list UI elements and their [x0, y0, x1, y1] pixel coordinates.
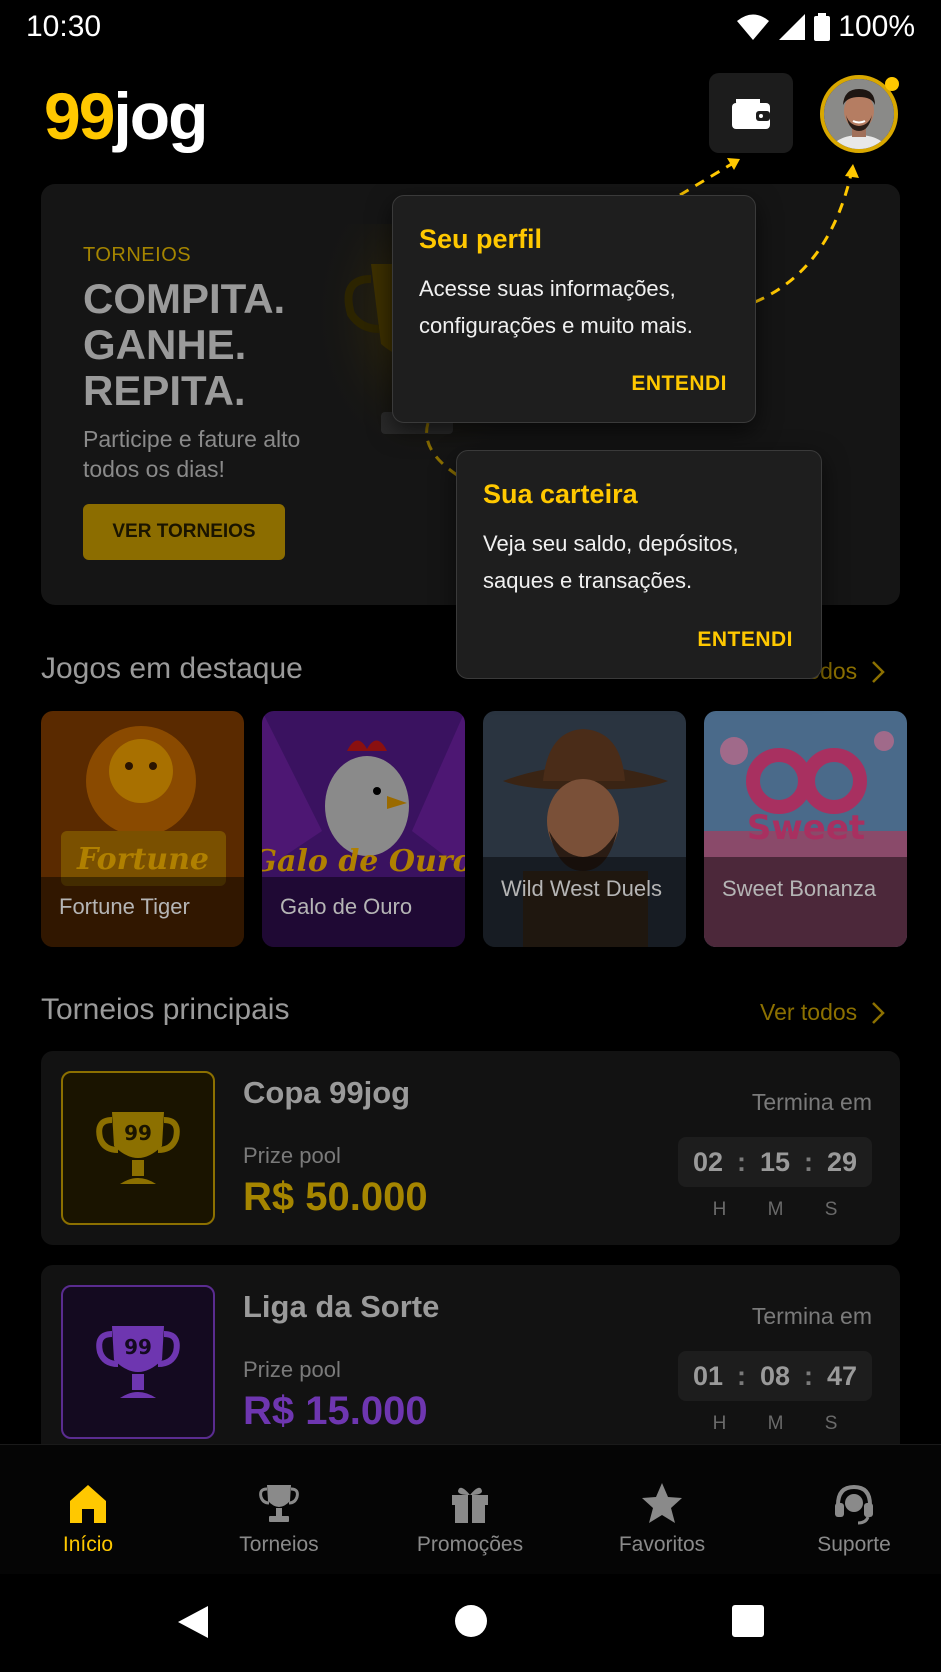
- hero-title-line: GANHE.: [83, 321, 247, 368]
- bottom-navigation: Início Torneios Promoções Favoritos Supo…: [0, 1444, 941, 1574]
- unit-hours: H: [712, 1199, 727, 1220]
- unit-seconds: S: [824, 1413, 838, 1434]
- chevron-right-icon: [872, 1001, 885, 1024]
- app-logo[interactable]: 99jog: [44, 78, 208, 154]
- game-card-fortune-tiger[interactable]: Fortune Fortune Tiger: [41, 711, 244, 947]
- game-name: Sweet Bonanza: [704, 857, 907, 947]
- wallet-button[interactable]: [709, 73, 793, 153]
- svg-text:99: 99: [124, 1121, 152, 1145]
- trophy-badge: 99: [61, 1071, 215, 1225]
- tournament-card-copa-99jog[interactable]: 99 Copa 99jog Prize pool R$ 50.000 Termi…: [41, 1051, 900, 1245]
- status-icons: 100%: [736, 10, 915, 44]
- game-name: Fortune Tiger: [41, 877, 244, 947]
- timer-units: H M S: [678, 1199, 872, 1221]
- svg-text:Sweet: Sweet: [747, 808, 865, 848]
- nav-item-promocoes[interactable]: Promoções: [380, 1481, 560, 1557]
- svg-text:Fortune: Fortune: [76, 842, 209, 877]
- trophy-badge: 99: [61, 1285, 215, 1439]
- hero-label: TORNEIOS: [83, 244, 192, 266]
- featured-games-title: Jogos em destaque: [41, 652, 303, 685]
- gift-icon: [452, 1487, 488, 1523]
- wallet-coachmark: Sua carteira Veja seu saldo, depósitos, …: [456, 450, 822, 679]
- prize-pool-label: Prize pool: [243, 1143, 341, 1168]
- game-card-galo-de-ouro[interactable]: Galo de Ouro Galo de Ouro: [262, 711, 465, 947]
- nav-item-inicio[interactable]: Início: [0, 1481, 178, 1557]
- notification-dot: [885, 77, 899, 91]
- unit-hours: H: [712, 1413, 727, 1434]
- logo-part-jog: jog: [113, 79, 208, 153]
- coachmark-title: Sua carteira: [483, 479, 638, 509]
- unit-minutes: M: [767, 1413, 784, 1434]
- countdown-timer: 02: 15: 29: [678, 1137, 872, 1187]
- hero-title-line: REPITA.: [83, 367, 246, 414]
- nav-item-torneios[interactable]: Torneios: [189, 1481, 369, 1557]
- game-name: Wild West Duels: [483, 857, 686, 947]
- timer-seconds: 29: [826, 1146, 857, 1177]
- see-all-label: Ver todos: [760, 999, 858, 1025]
- timer-minutes: 15: [759, 1146, 791, 1177]
- timer-minutes: 08: [759, 1360, 791, 1391]
- hero-title-line: COMPITA.: [83, 275, 286, 322]
- back-icon[interactable]: [176, 1604, 210, 1640]
- prize-pool-value: R$ 50.000: [243, 1175, 428, 1219]
- home-circle-icon[interactable]: [454, 1604, 488, 1638]
- nav-item-favoritos[interactable]: Favoritos: [572, 1481, 752, 1557]
- view-tournaments-button[interactable]: VER TORNEIOS: [83, 504, 285, 560]
- coachmark-body: Acesse suas informações, configurações e…: [419, 276, 693, 338]
- timer-hours: 01: [692, 1360, 724, 1391]
- prize-pool-value: R$ 15.000: [243, 1389, 428, 1433]
- game-card-sweet-bonanza[interactable]: Sweet Sweet Bonanza: [704, 711, 907, 947]
- tournaments-see-all-link[interactable]: Ver todos: [760, 999, 885, 1026]
- coachmark-title: Seu perfil: [419, 224, 543, 254]
- timer-seconds: 47: [826, 1360, 857, 1391]
- nav-label: Suporte: [817, 1533, 891, 1556]
- game-card-wild-west-duels[interactable]: Wild West Duels: [483, 711, 686, 947]
- nav-label: Início: [62, 1533, 114, 1556]
- hero-title: COMPITA. GANHE. REPITA.: [83, 276, 343, 414]
- profile-coachmark-dismiss-button[interactable]: ENTENDI: [631, 372, 727, 396]
- ends-in-label: Termina em: [751, 1303, 872, 1329]
- logo-part-99: 99: [44, 79, 115, 153]
- trophy-icon: 99: [96, 1326, 180, 1398]
- unit-minutes: M: [767, 1199, 784, 1220]
- recents-icon[interactable]: [731, 1604, 765, 1638]
- battery-icon: [814, 13, 831, 41]
- status-bar: 10:30 100%: [0, 0, 941, 52]
- trophy-icon: [259, 1485, 299, 1522]
- battery-level: 100%: [838, 10, 915, 43]
- svg-text:Galo de Ouro: Galo de Ouro: [262, 844, 465, 879]
- system-navigation-bar: [0, 1574, 941, 1672]
- status-time: 10:30: [26, 10, 102, 43]
- tournament-name: Liga da Sorte: [243, 1289, 440, 1324]
- nav-item-suporte[interactable]: Suporte: [764, 1481, 941, 1557]
- nav-label: Torneios: [239, 1533, 319, 1556]
- star-icon: [642, 1483, 682, 1523]
- timer-hours: 02: [692, 1146, 724, 1177]
- timer-units: H M S: [678, 1413, 872, 1435]
- home-icon: [70, 1485, 106, 1523]
- avatar-image: [824, 79, 894, 149]
- game-name: Galo de Ouro: [262, 877, 465, 947]
- signal-icon: [779, 14, 806, 40]
- wifi-icon: [737, 14, 770, 40]
- wallet-coachmark-dismiss-button[interactable]: ENTENDI: [697, 628, 793, 652]
- prize-pool-label: Prize pool: [243, 1357, 341, 1382]
- tournament-name: Copa 99jog: [243, 1075, 411, 1110]
- profile-coachmark: Seu perfil Acesse suas informações, conf…: [392, 195, 756, 423]
- wallet-icon: [732, 99, 770, 129]
- nav-label: Favoritos: [618, 1533, 706, 1556]
- featured-games-row: Fortune Fortune Tiger Galo de Ouro Galo …: [41, 711, 941, 947]
- headset-icon: [835, 1484, 873, 1525]
- svg-text:99: 99: [124, 1335, 152, 1359]
- hero-subtitle: Participe e fature alto todos os dias!: [83, 426, 301, 482]
- unit-seconds: S: [824, 1199, 838, 1220]
- tournament-card-liga-da-sorte[interactable]: 99 Liga da Sorte Prize pool R$ 15.000 Te…: [41, 1265, 900, 1465]
- coachmark-body: Veja seu saldo, depósitos, saques e tran…: [483, 531, 739, 593]
- chevron-right-icon: [872, 660, 885, 683]
- ends-in-label: Termina em: [751, 1089, 872, 1115]
- main-tournaments-title: Torneios principais: [41, 993, 290, 1026]
- nav-label: Promoções: [416, 1533, 524, 1556]
- countdown-timer: 01: 08: 47: [678, 1351, 872, 1401]
- trophy-icon: 99: [96, 1112, 180, 1184]
